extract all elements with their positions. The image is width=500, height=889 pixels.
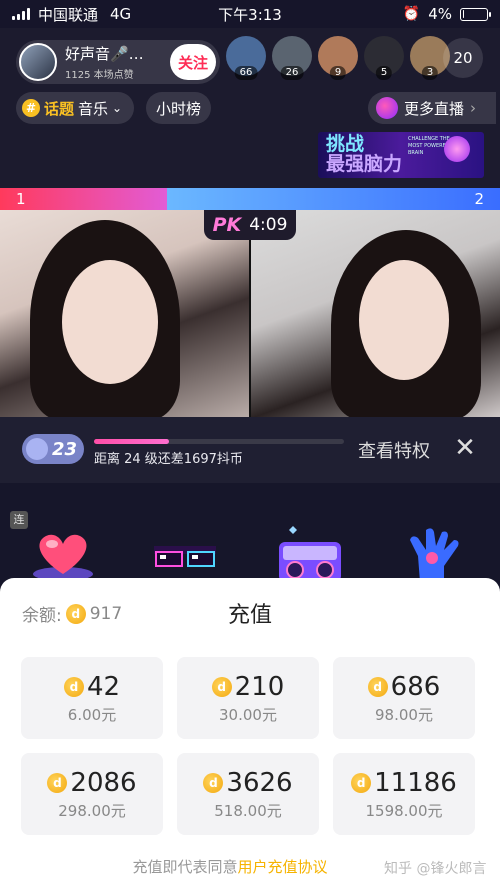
agreement-prefix: 充值即代表同意 [132, 858, 238, 876]
more-live-label: 更多直播 [404, 99, 465, 118]
recharge-title: 充值 [227, 603, 272, 628]
coin-icon [203, 772, 224, 793]
topic-category: 音乐 [78, 99, 109, 118]
more-live-button[interactable]: 更多直播 › [368, 92, 496, 124]
follow-button[interactable]: 关注 [170, 44, 216, 80]
package-price: 518.00元 [214, 801, 282, 820]
pk-right-share [166, 188, 500, 210]
coin-icon [367, 676, 388, 697]
pk-timer-value: 4:09 [249, 215, 288, 235]
viewer-avatar[interactable]: 26 [272, 36, 312, 80]
package-price: 1598.00元 [365, 801, 443, 820]
live-icon [376, 97, 398, 119]
battery-level [462, 10, 464, 18]
recharge-package[interactable]: 686 98.00元 [333, 657, 475, 739]
viewer-rank-badge: 26 [280, 66, 304, 80]
chevron-down-icon: ⌄ [112, 101, 123, 115]
viewer-avatar[interactable]: 5 [364, 36, 404, 80]
chevron-right-icon: › [470, 99, 477, 117]
pk-score-right: 2 [474, 190, 484, 208]
recharge-packages: 42 6.00元 210 30.00元 686 98.00元 2086 298.… [21, 657, 479, 835]
viewer-rank-badge: 66 [234, 66, 258, 80]
level-progress-fill [94, 439, 169, 444]
hour-rank-button[interactable]: 小时榜 [146, 92, 212, 124]
host-avatar[interactable] [19, 43, 57, 81]
host-card[interactable]: 好声音🎤… 1125 本场点赞 关注 [16, 40, 220, 84]
banner-orb-icon [444, 136, 470, 162]
package-amount: 686 [390, 671, 441, 702]
level-gem-icon [26, 438, 48, 460]
topic-pill[interactable]: # 话题 音乐 ⌄ [16, 92, 135, 124]
viewer-rank-badge: 9 [329, 66, 347, 80]
network-type: 4G [110, 5, 132, 23]
heart-gift-icon[interactable] [28, 526, 98, 584]
combo-tag: 连 [10, 511, 28, 529]
package-price: 298.00元 [58, 801, 126, 820]
battery-icon [460, 7, 491, 21]
pk-icon: PK [212, 214, 242, 236]
recharge-package[interactable]: 42 6.00元 [21, 657, 163, 739]
pk-score-left: 1 [16, 190, 26, 208]
streamer-left-face [62, 260, 158, 384]
pk-timer: PK 4:09 [204, 210, 296, 240]
recharge-package[interactable]: 3626 518.00元 [177, 753, 319, 835]
topic-tag: 话题 [44, 99, 75, 118]
status-bar: 中国联通 4G 下午3:13 ⏰ 4% [0, 0, 500, 28]
viewer-avatar[interactable]: 9 [318, 36, 358, 80]
recharge-package[interactable]: 11186 1598.00元 [333, 753, 475, 835]
banner-title-line1: 挑战 [326, 133, 365, 155]
watermark: 知乎 @锋火郎言 [384, 861, 487, 877]
viewer-count-button[interactable]: 20 [443, 38, 483, 78]
host-name: 好声音🎤… [65, 45, 144, 63]
waving-hand-gift-icon[interactable] [400, 526, 470, 584]
sunglasses-gift-icon[interactable] [150, 526, 220, 584]
host-likes: 1125 本场点赞 [65, 70, 134, 81]
coin-icon [351, 772, 372, 793]
level-number: 23 [52, 438, 78, 460]
recharge-package[interactable]: 210 30.00元 [177, 657, 319, 739]
coin-icon [63, 676, 84, 697]
coin-icon [47, 772, 68, 793]
battery-percent: 4% [428, 5, 452, 23]
level-badge: 23 [22, 434, 84, 464]
viewer-rank-badge: 5 [375, 66, 393, 80]
agreement-link[interactable]: 用户充值协议 [238, 858, 328, 876]
viewer-avatars: 66 26 9 5 3 [226, 36, 450, 80]
streamer-right-face [359, 260, 449, 380]
pk-progress-bar [0, 188, 500, 210]
level-progress-bar [94, 439, 344, 444]
close-icon[interactable]: ✕ [452, 435, 478, 461]
package-price: 6.00元 [67, 705, 117, 724]
boombox-gift-icon[interactable] [275, 526, 345, 584]
package-amount: 210 [234, 671, 285, 702]
package-amount: 2086 [70, 767, 137, 798]
banner-title-line2: 最强脑力 [326, 153, 403, 175]
level-progress-text: 距离 24 级还差1697抖币 [94, 452, 243, 467]
viewer-rank-badge: 3 [421, 66, 439, 80]
viewer-avatar[interactable]: 66 [226, 36, 266, 80]
pk-video-area[interactable] [0, 210, 500, 417]
package-amount: 11186 [374, 767, 457, 798]
signal-icon [12, 8, 30, 20]
hashtag-icon: # [22, 99, 40, 117]
package-price: 98.00元 [375, 705, 433, 724]
view-privilege-button[interactable]: 查看特权 [358, 437, 430, 463]
video-right-stream[interactable] [251, 210, 500, 417]
carrier-name: 中国联通 [38, 5, 99, 24]
package-amount: 42 [86, 671, 121, 702]
challenge-banner[interactable]: 挑战 最强脑力 CHALLENGE THE MOST POWERFUL BRAI… [318, 132, 484, 178]
recharge-package[interactable]: 2086 298.00元 [21, 753, 163, 835]
video-left-stream[interactable] [0, 210, 249, 417]
coin-icon [211, 676, 232, 697]
alarm-icon: ⏰ [402, 6, 421, 22]
package-price: 30.00元 [219, 705, 277, 724]
package-amount: 3626 [226, 767, 293, 798]
